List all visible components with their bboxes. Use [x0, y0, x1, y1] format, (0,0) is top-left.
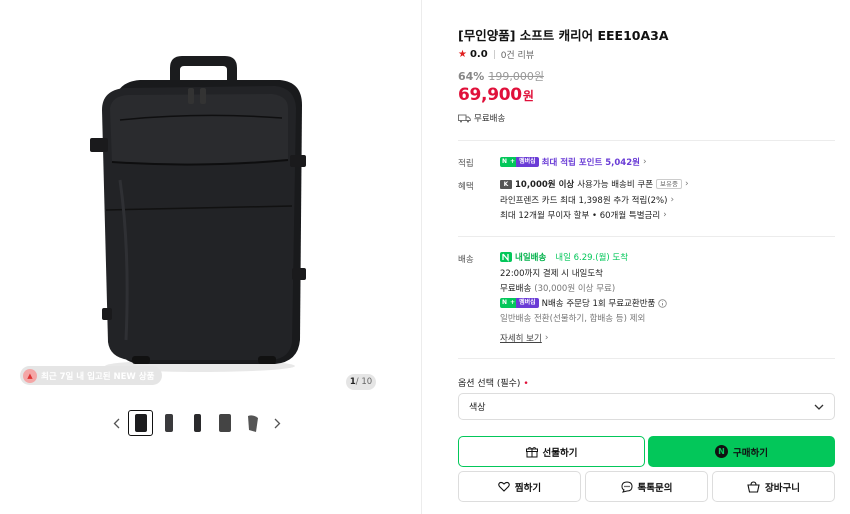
chevron-right-icon: ›	[670, 195, 675, 205]
coupon-icon: K	[500, 179, 512, 189]
heart-icon	[498, 481, 510, 492]
wishlist-label: 찜하기	[514, 482, 542, 494]
free-shipping-label: 무료배송	[500, 284, 532, 294]
exception-text: 일반배송 전환(선물하기, 합배송 등) 제외	[500, 314, 646, 324]
free-shipping-badge: 무료배송	[458, 112, 505, 124]
naver-pay-icon: N	[715, 445, 729, 458]
star-icon: ★	[458, 49, 467, 60]
perks-label: 혜택	[458, 182, 474, 192]
free-shipping-condition: (30,000원 이상 무료)	[534, 284, 616, 294]
color-select[interactable]: 색상	[458, 393, 835, 420]
product-title: [무인양품] 소프트 캐리어 EEE10A3A	[458, 28, 669, 43]
divider	[458, 140, 835, 141]
product-main-image[interactable]	[20, 10, 375, 390]
delivery-label: 배송	[458, 255, 474, 265]
price-currency: 원	[522, 89, 534, 103]
thumbnail-2[interactable]	[157, 411, 181, 435]
cutoff-row: 22:00까지 결제 시 내일도착	[500, 267, 603, 279]
details-link-row[interactable]: 자세히 보기 ›	[500, 332, 548, 344]
thumbnail-image	[165, 414, 173, 432]
original-price: 199,000원	[488, 70, 544, 83]
thumbnail-4[interactable]	[213, 411, 237, 435]
chat-bubble-icon	[621, 480, 633, 493]
coupon-text: 사용가능 배송비 쿠폰	[577, 180, 654, 190]
points-row[interactable]: N + 멤버십 최대 적립 포인트 5,042원 ›	[500, 156, 647, 168]
image-counter-total: / 10	[355, 377, 373, 387]
image-counter: 1 / 10	[346, 374, 376, 390]
free-shipping-text: 무료배송	[474, 114, 506, 124]
thumb-next-button[interactable]	[269, 411, 285, 435]
owned-badge: 보유중	[656, 179, 682, 189]
gift-button[interactable]: 선물하기	[458, 436, 645, 467]
option-label: 옵션 선택 (필수) •	[458, 379, 529, 389]
arrival-date: 내일 6.29.(월) 도착	[555, 253, 629, 263]
buy-button[interactable]: N 구매하기	[648, 436, 835, 467]
new-arrival-text: 최근 7일 내 입고된 NEW 상품	[41, 371, 155, 382]
color-select-placeholder: 색상	[469, 403, 486, 413]
cart-label: 장바구니	[765, 482, 800, 494]
required-mark: •	[523, 379, 529, 389]
thumbnail-image	[248, 415, 258, 432]
cutoff-text: 22:00까지 결제 시 내일도착	[500, 269, 603, 279]
rating-row[interactable]: ★ 0.0 0건 리뷰	[458, 48, 534, 61]
thumbnail-image	[194, 414, 201, 432]
thumbnail-strip	[108, 410, 285, 436]
max-points-text: 최대 적립 포인트 5,042원	[541, 158, 640, 168]
thumbnail-3[interactable]	[185, 411, 209, 435]
chevron-right-icon: ›	[663, 210, 667, 220]
divider	[493, 50, 495, 59]
chevron-right-icon: ›	[684, 179, 689, 189]
sale-price: 69,900 원	[458, 85, 534, 105]
thumbnail-image	[219, 414, 231, 432]
exchange-row: N + 멤버십 N배송 주문당 1회 무료교환반품	[500, 297, 668, 309]
thumbnail-image	[134, 414, 147, 432]
thumb-prev-button[interactable]	[108, 411, 124, 435]
chevron-right-icon: ›	[642, 157, 647, 167]
discount-rate: 64%	[458, 70, 485, 83]
price-amount: 69,900	[458, 85, 522, 105]
chevron-down-icon	[814, 404, 824, 410]
new-arrival-badge: ▲ 최근 7일 내 입고된 NEW 상품	[20, 366, 163, 385]
product-gallery: ▲ 최근 7일 내 입고된 NEW 상품 1 / 10	[0, 0, 422, 514]
naver-membership-badge: N + 멤버십	[500, 157, 539, 167]
gift-icon	[525, 446, 538, 457]
divider	[458, 358, 835, 359]
review-count: 0건 리뷰	[500, 51, 535, 61]
flame-icon: ▲	[23, 368, 37, 383]
gift-label: 선물하기	[542, 447, 578, 459]
installment-text: 최대 12개월 무이자 할부 • 60개월 특별금리	[500, 211, 661, 221]
wishlist-button[interactable]: 찜하기	[458, 471, 581, 502]
cart-button[interactable]: 장바구니	[712, 471, 835, 502]
delivery-fast-row: 내일배송 내일 6.29.(월) 도착	[500, 251, 628, 263]
talk-inquiry-label: 톡톡문의	[637, 482, 673, 494]
info-icon[interactable]	[658, 298, 668, 308]
divider	[458, 236, 835, 237]
fast-delivery-label: 내일배송	[515, 253, 547, 263]
coupon-amount: 10,000원 이상	[515, 180, 575, 190]
chevron-right-icon	[274, 418, 280, 428]
discount-row: 64% 199,000원	[458, 68, 544, 84]
thumbnail-1[interactable]	[128, 410, 153, 436]
chevron-left-icon	[113, 418, 119, 428]
fast-delivery-icon	[500, 252, 512, 262]
chevron-right-icon: ›	[544, 333, 549, 343]
free-shipping-row: 무료배송 (30,000원 이상 무료)	[500, 282, 615, 294]
card-benefit-text: 라인프렌즈 카드 최대 1,398원 추가 적립(2%)	[500, 196, 668, 206]
installment-row[interactable]: 최대 12개월 무이자 할부 • 60개월 특별금리 ›	[500, 209, 667, 221]
rating-score: 0.0	[469, 49, 488, 60]
talk-inquiry-button[interactable]: 톡톡문의	[585, 471, 708, 502]
thumbnail-5[interactable]	[241, 411, 265, 435]
coupon-row[interactable]: K 10,000원 이상 사용가능 배송비 쿠폰 보유중 ›	[500, 178, 689, 190]
truck-icon	[458, 114, 471, 122]
card-benefit-row[interactable]: 라인프렌즈 카드 최대 1,398원 추가 적립(2%) ›	[500, 194, 674, 206]
exception-row: 일반배송 전환(선물하기, 합배송 등) 제외	[500, 312, 645, 324]
points-label: 적립	[458, 159, 474, 169]
exchange-text: N배송 주문당 1회 무료교환반품	[541, 299, 656, 309]
shopping-bag-icon	[747, 480, 760, 493]
naver-membership-badge: N + 멤버십	[500, 298, 539, 308]
buy-label: 구매하기	[733, 447, 768, 459]
details-link[interactable]: 자세히 보기	[500, 332, 542, 344]
